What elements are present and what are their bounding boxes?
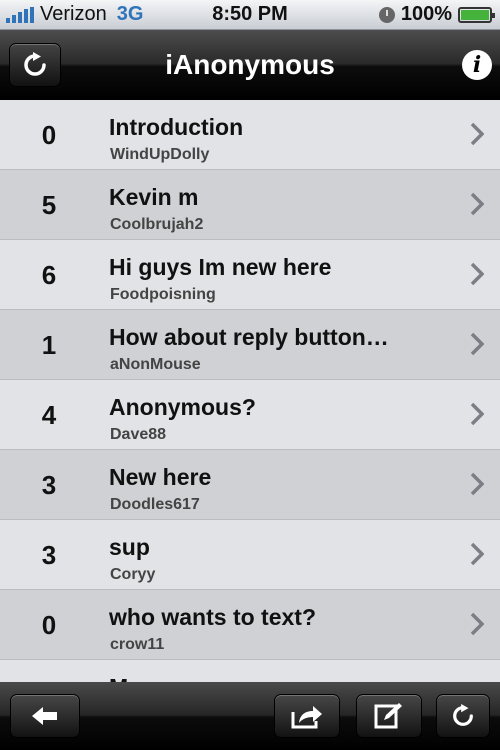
thread-row-3[interactable]: 1 How about reply button… aNonMouse — [0, 310, 500, 380]
back-button[interactable] — [10, 694, 80, 738]
thread-title: Anonymous? — [109, 394, 256, 420]
chevron-right-icon — [470, 472, 484, 496]
thread-author: Dave88 — [110, 426, 167, 443]
chevron-right-icon — [470, 262, 484, 286]
battery-percent: 100% — [400, 3, 452, 25]
refresh-icon — [24, 52, 46, 76]
compose-icon — [374, 703, 402, 729]
thread-author: Foodpoisning — [110, 286, 216, 303]
status-right: 100% — [378, 3, 495, 26]
thread-row-8[interactable]: M — [0, 660, 500, 682]
thread-title: M — [109, 674, 439, 682]
alarm-clock-icon — [378, 6, 395, 23]
battery-icon — [458, 6, 495, 23]
thread-author: Coryy — [110, 566, 156, 583]
bottom-toolbar — [0, 682, 500, 750]
reply-count: 3 — [41, 539, 57, 570]
reply-count — [0, 660, 98, 682]
info-button[interactable]: i — [462, 50, 492, 80]
chevron-right-icon — [470, 332, 484, 356]
compose-button[interactable] — [356, 694, 422, 738]
chevron-right-icon — [470, 612, 484, 636]
thread-author: crow11 — [110, 636, 165, 653]
info-icon: i — [472, 52, 482, 78]
thread-title: Hi guys Im new here — [109, 254, 332, 280]
thread-author: Coolbrujah2 — [110, 216, 204, 233]
thread-row-1[interactable]: 5 Kevin m Coolbrujah2 — [0, 170, 500, 240]
carrier-name: Verizon — [40, 3, 107, 25]
chevron-right-icon — [470, 402, 484, 426]
thread-row-2[interactable]: 6 Hi guys Im new here Foodpoisning — [0, 240, 500, 310]
signal-strength-icon — [6, 6, 34, 23]
status-left: Verizon 3G — [6, 3, 176, 26]
thread-title: sup — [109, 534, 150, 560]
chevron-right-icon — [470, 542, 484, 566]
reply-count: 4 — [41, 399, 57, 430]
thread-author: aNonMouse — [110, 356, 201, 373]
thread-author: Doodles617 — [110, 496, 200, 513]
reply-count: 0 — [41, 119, 57, 150]
thread-title: who wants to text? — [109, 604, 316, 630]
reply-count: 3 — [41, 469, 57, 500]
app-screen: Verizon 3G 8:50 PM 100% iAnonymous i 0 I… — [0, 0, 500, 750]
thread-title: Introduction — [109, 114, 244, 140]
thread-row-6[interactable]: 3 sup Coryy — [0, 520, 500, 590]
thread-row-7[interactable]: 0 who wants to text? crow11 — [0, 590, 500, 660]
thread-title: New here — [109, 464, 212, 490]
network-type: 3G — [116, 3, 144, 25]
chevron-right-icon — [470, 192, 484, 216]
refresh-icon — [453, 704, 473, 726]
thread-row-4[interactable]: 4 Anonymous? Dave88 — [0, 380, 500, 450]
thread-author: WindUpDolly — [110, 146, 210, 163]
chevron-right-icon — [470, 122, 484, 146]
thread-list: 0 Introduction WindUpDolly 5 Kevin m Coo… — [0, 100, 500, 682]
navigation-bar: iAnonymous i — [0, 30, 500, 100]
reply-count: 5 — [41, 189, 57, 220]
page-title: iAnonymous — [165, 49, 335, 80]
share-icon — [291, 706, 322, 729]
thread-title: How about reply button… — [109, 324, 389, 350]
refresh-button[interactable] — [9, 43, 61, 87]
reload-button[interactable] — [436, 694, 490, 738]
status-bar: Verizon 3G 8:50 PM 100% — [0, 0, 500, 30]
thread-title: Kevin m — [109, 184, 199, 210]
reply-count: 6 — [41, 259, 57, 290]
share-button[interactable] — [274, 694, 340, 738]
thread-row-0[interactable]: 0 Introduction WindUpDolly — [0, 100, 500, 170]
reply-count: 1 — [41, 329, 57, 360]
thread-row-5[interactable]: 3 New here Doodles617 — [0, 450, 500, 520]
back-arrow-icon — [32, 707, 57, 725]
reply-count: 0 — [41, 609, 57, 640]
